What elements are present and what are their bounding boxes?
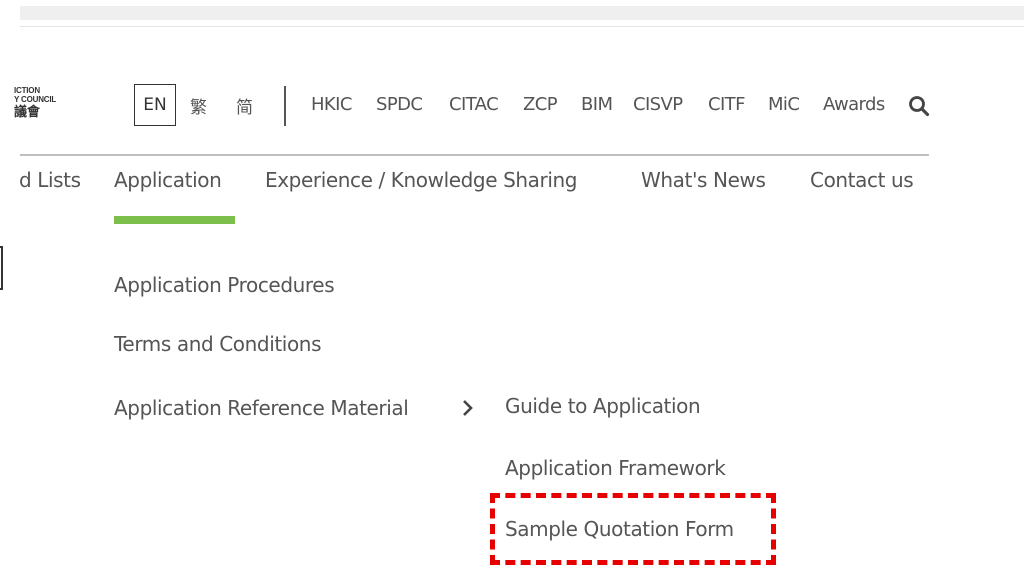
menu-item-application-procedures[interactable]: Application Procedures <box>114 273 335 297</box>
chevron-right-icon <box>463 400 473 416</box>
active-nav-indicator <box>114 216 235 224</box>
nav-divider <box>20 154 929 156</box>
side-box-fragment <box>0 246 3 290</box>
council-logo[interactable]: ICTION Y COUNCIL 議會 <box>14 86 80 130</box>
top-link-zcp[interactable]: ZCP <box>523 94 558 115</box>
top-link-bim[interactable]: BIM <box>581 94 613 115</box>
nav-item-experience-knowledge-sharing[interactable]: Experience / Knowledge Sharing <box>265 168 577 192</box>
top-link-hkic[interactable]: HKIC <box>311 94 352 115</box>
top-link-awards[interactable]: Awards <box>823 94 885 115</box>
top-link-citac[interactable]: CITAC <box>449 94 499 115</box>
search-icon[interactable] <box>908 95 930 117</box>
logo-text-line2: Y COUNCIL <box>14 95 57 104</box>
language-separator <box>284 86 286 126</box>
submenu-item-application-framework[interactable]: Application Framework <box>505 456 726 480</box>
highlight-annotation-box <box>490 493 776 565</box>
language-traditional-chinese-button[interactable]: 繁 <box>190 93 207 118</box>
submenu-item-guide-to-application[interactable]: Guide to Application <box>505 394 701 418</box>
nav-item-whats-news[interactable]: What's News <box>641 168 766 192</box>
menu-item-application-reference-material[interactable]: Application Reference Material <box>114 396 409 420</box>
top-link-spdc[interactable]: SPDC <box>376 94 423 115</box>
language-simplified-chinese-button[interactable]: 简 <box>236 93 253 118</box>
nav-item-contact-us[interactable]: Contact us <box>810 168 914 192</box>
menu-item-terms-and-conditions[interactable]: Terms and Conditions <box>114 332 322 356</box>
page: ICTION Y COUNCIL 議會 EN 繁 简 HKIC SPDC CIT… <box>0 0 1024 569</box>
nav-item-application[interactable]: Application <box>114 168 222 192</box>
top-divider <box>20 26 1024 27</box>
nav-item-lists[interactable]: d Lists <box>19 168 81 192</box>
top-link-mic[interactable]: MiC <box>768 94 800 115</box>
top-link-citf[interactable]: CITF <box>708 94 745 115</box>
logo-text-line1: ICTION <box>14 86 40 95</box>
browser-top-band <box>20 6 1024 20</box>
top-link-cisvp[interactable]: CISVP <box>633 94 683 115</box>
logo-text-line3: 議會 <box>14 104 41 119</box>
language-en-button[interactable]: EN <box>134 84 176 126</box>
